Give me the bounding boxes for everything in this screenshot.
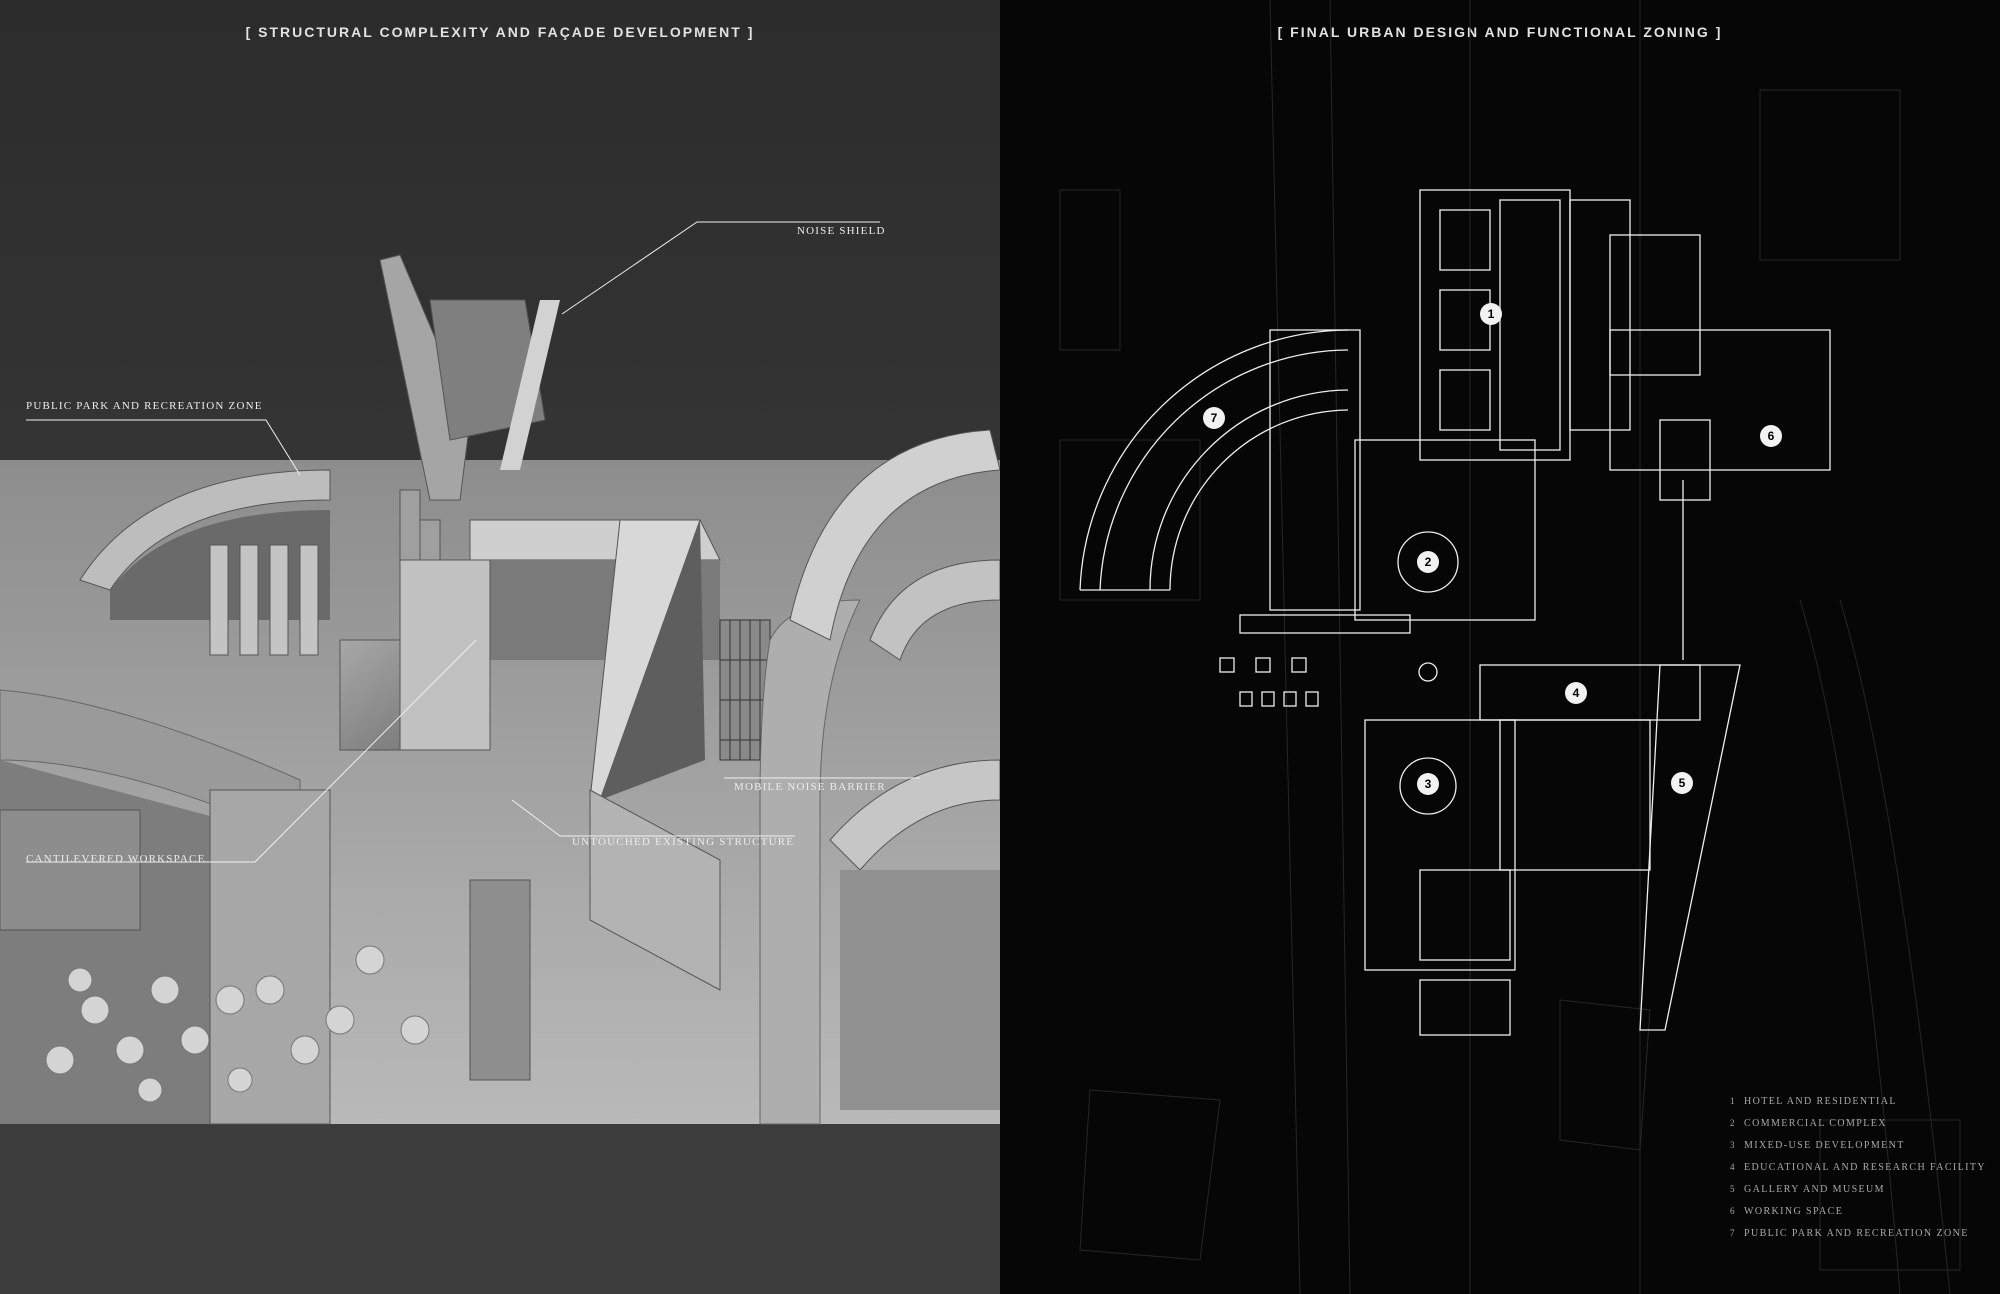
model-render-panel: [ STRUCTURAL COMPLEXITY AND FAÇADE DEVEL… — [0, 0, 1000, 1294]
zoning-legend: 1 HOTEL AND RESIDENTIAL 2 COMMERCIAL COMPL… — [1730, 1090, 1986, 1244]
legend-item: 4 EDUCATIONAL AND RESEARCH FACILITY — [1730, 1156, 1986, 1178]
legend-label: MIXED-USE DEVELOPMENT — [1744, 1140, 1905, 1151]
zone-marker-5: 5 — [1671, 772, 1693, 794]
legend-number: 1 — [1730, 1096, 1736, 1106]
legend-number: 6 — [1730, 1206, 1736, 1216]
legend-item: 6 WORKING SPACE — [1730, 1200, 1986, 1222]
legend-item: 7 PUBLIC PARK AND RECREATION ZONE — [1730, 1222, 1986, 1244]
model-render-image — [0, 221, 1000, 1294]
zone-marker-6: 6 — [1760, 425, 1782, 447]
legend-number: 2 — [1730, 1118, 1736, 1128]
legend-number: 4 — [1730, 1162, 1736, 1172]
callout-untouched-structure: UNTOUCHED EXISTING STRUCTURE — [572, 836, 795, 848]
zone-marker-3: 3 — [1417, 773, 1439, 795]
zone-marker-7: 7 — [1203, 407, 1225, 429]
legend-number: 7 — [1730, 1228, 1736, 1238]
zone-marker-4: 4 — [1565, 682, 1587, 704]
legend-item: 3 MIXED-USE DEVELOPMENT — [1730, 1134, 1986, 1156]
legend-label: EDUCATIONAL AND RESEARCH FACILITY — [1744, 1162, 1987, 1173]
callout-noise-shield: NOISE SHIELD — [797, 225, 886, 237]
legend-label: HOTEL AND RESIDENTIAL — [1744, 1096, 1897, 1107]
callout-public-park: PUBLIC PARK AND RECREATION ZONE — [26, 400, 263, 412]
zone-marker-1: 1 — [1480, 303, 1502, 325]
legend-label: GALLERY AND MUSEUM — [1744, 1184, 1885, 1195]
legend-label: WORKING SPACE — [1744, 1206, 1844, 1217]
callout-cantilevered-workspace: CANTILEVERED WORKSPACE — [26, 853, 206, 865]
legend-label: COMMERCIAL COMPLEX — [1744, 1118, 1887, 1129]
legend-item: 5 GALLERY AND MUSEUM — [1730, 1178, 1986, 1200]
legend-item: 1 HOTEL AND RESIDENTIAL — [1730, 1090, 1986, 1112]
legend-label: PUBLIC PARK AND RECREATION ZONE — [1744, 1228, 1969, 1239]
legend-number: 5 — [1730, 1184, 1736, 1194]
legend-number: 3 — [1730, 1140, 1736, 1150]
legend-item: 2 COMMERCIAL COMPLEX — [1730, 1112, 1986, 1134]
zone-marker-2: 2 — [1417, 551, 1439, 573]
callout-mobile-noise-barrier: MOBILE NOISE BARRIER — [734, 781, 886, 793]
